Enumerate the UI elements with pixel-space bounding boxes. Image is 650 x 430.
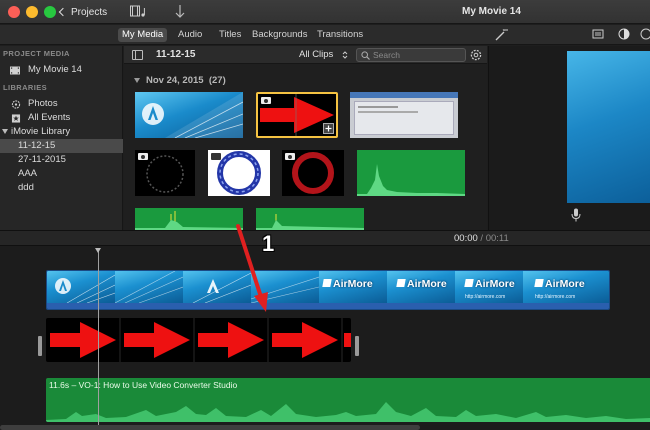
annotation-arrow-overlay [236, 224, 268, 312]
annotation-step-number: 1 [262, 231, 275, 256]
annotation-arrow-shaft [236, 224, 264, 302]
annotation-arrow-head [254, 292, 268, 312]
